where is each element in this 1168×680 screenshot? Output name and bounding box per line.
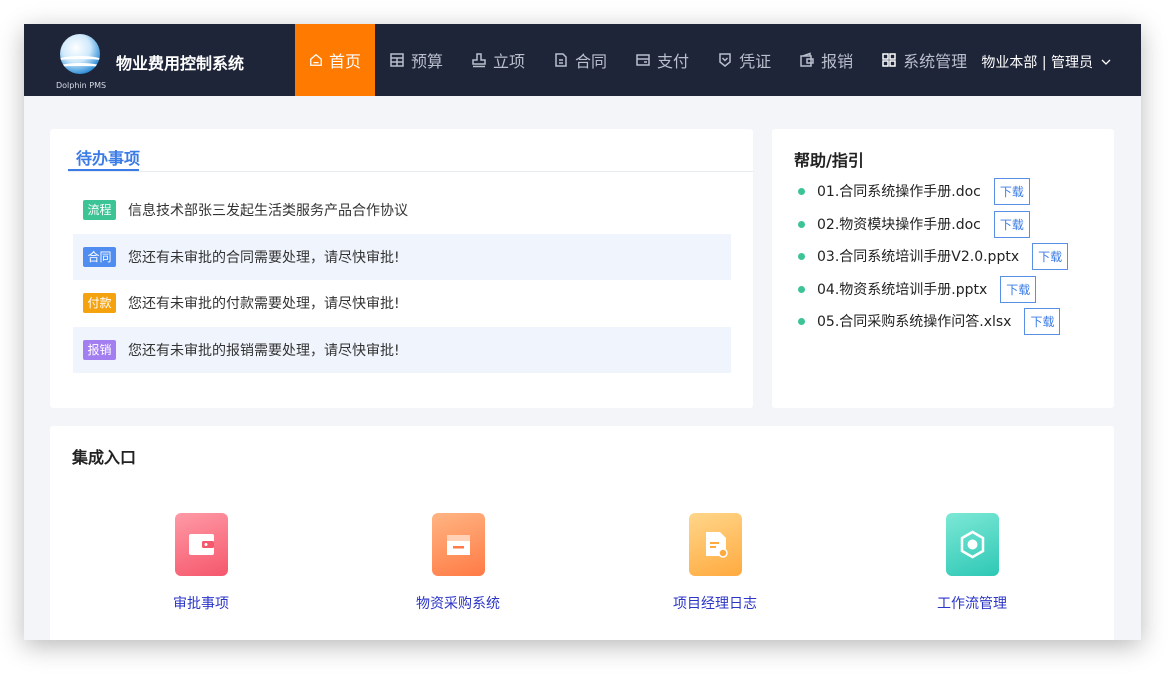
nav-system-admin-label: 系统管理	[903, 52, 968, 71]
bullet-dot	[798, 252, 805, 260]
nav-system-admin[interactable]: 系统管理	[867, 24, 981, 96]
todo-tag-badge: 报销	[83, 340, 116, 360]
todo-item-text: 您还有未审批的合同需要处理，请尽快审批!	[128, 250, 400, 266]
nav-reimburse[interactable]: 报销	[785, 24, 867, 96]
grid-icon	[882, 53, 896, 67]
nav-reimburse-label: 报销	[821, 52, 854, 71]
help-list-item: 04.物资系统培训手册.pptx 下载	[798, 275, 1037, 303]
help-list-item: 05.合同采购系统操作问答.xlsx 下载	[798, 307, 1061, 335]
entry-pm-log[interactable]: 项目经理日志	[650, 513, 780, 613]
portal-title: 集成入口	[72, 448, 137, 467]
nav-payment[interactable]: 支付	[621, 24, 703, 96]
nav-payment-label: 支付	[657, 52, 690, 71]
home-icon	[310, 53, 322, 66]
app-window: Dolphin PMS 物业费用控制系统 首页 预算 立项 合同 支付 凭证 报…	[24, 24, 1141, 640]
main-nav: 首页 预算 立项 合同 支付 凭证 报销 系统管理	[295, 24, 981, 96]
nav-budget[interactable]: 预算	[375, 24, 457, 96]
todo-tag-badge: 付款	[83, 293, 116, 313]
todo-tag-badge: 合同	[83, 247, 116, 267]
top-navigation-bar: Dolphin PMS 物业费用控制系统 首页 预算 立项 合同 支付 凭证 报…	[24, 24, 1141, 96]
workflow-icon	[960, 530, 984, 559]
help-file-name[interactable]: 04.物资系统培训手册.pptx	[817, 279, 987, 299]
entry-material-purchase[interactable]: 物资采购系统	[393, 513, 523, 613]
download-button[interactable]: 下载	[1032, 242, 1069, 270]
user-label: 物业本部 | 管理员	[981, 55, 1093, 71]
workflow-tile	[945, 513, 999, 576]
nav-voucher[interactable]: 凭证	[703, 24, 785, 96]
entry-approval-label: 审批事项	[173, 596, 229, 612]
help-file-name[interactable]: 02.物资模块操作手册.doc	[817, 214, 981, 234]
voucher-icon	[719, 53, 731, 67]
dolphin-logo[interactable]: Dolphin PMS	[56, 32, 106, 94]
entry-workflow-label: 工作流管理	[937, 596, 1007, 612]
nav-home-label: 首页	[328, 52, 361, 71]
download-button[interactable]: 下载	[993, 210, 1030, 238]
todo-item[interactable]: 付款 您还有未审批的付款需要处理，请尽快审批!	[73, 280, 731, 326]
todo-card: 待办事项 流程 信息技术部张三发起生活类服务产品合作协议 合同 您还有未审批的合…	[50, 129, 753, 408]
todo-item-text: 信息技术部张三发起生活类服务产品合作协议	[128, 203, 408, 219]
nav-project-label: 立项	[493, 52, 526, 71]
wallet-icon	[188, 534, 214, 555]
todo-item[interactable]: 合同 您还有未审批的合同需要处理，请尽快审批!	[73, 234, 731, 280]
entry-material-purchase-label: 物资采购系统	[416, 596, 500, 612]
download-button[interactable]: 下载	[1024, 307, 1061, 335]
chevron-down-icon	[1101, 59, 1111, 65]
integration-portal-card: 集成入口 审批事项 物资采购系统 项目经理日志 工作流管理	[50, 426, 1114, 640]
help-file-name[interactable]: 01.合同系统操作手册.doc	[817, 181, 981, 201]
stamp-icon	[472, 53, 486, 68]
calculator-icon	[390, 53, 404, 67]
file-icon	[705, 532, 728, 558]
document-icon	[555, 53, 567, 67]
nav-contract-label: 合同	[575, 52, 608, 71]
todo-tag-badge: 流程	[83, 200, 116, 220]
todo-item[interactable]: 流程 信息技术部张三发起生活类服务产品合作协议	[73, 187, 731, 233]
help-list-item: 01.合同系统操作手册.doc 下载	[798, 177, 1030, 205]
download-button[interactable]: 下载	[993, 177, 1030, 205]
entry-pm-log-label: 项目经理日志	[673, 596, 757, 612]
entry-workflow[interactable]: 工作流管理	[907, 513, 1037, 613]
help-list-item: 02.物资模块操作手册.doc 下载	[798, 210, 1030, 238]
todo-item[interactable]: 报销 您还有未审批的报销需要处理，请尽快审批!	[73, 327, 731, 373]
entry-approval[interactable]: 审批事项	[136, 513, 266, 613]
todo-header: 待办事项	[68, 129, 753, 172]
help-title: 帮助/指引	[794, 151, 864, 170]
payment-icon	[636, 54, 650, 66]
system-title: 物业费用控制系统	[116, 54, 245, 73]
help-card: 帮助/指引 01.合同系统操作手册.doc 下载 02.物资模块操作手册.doc…	[772, 129, 1114, 408]
dolphin-logo-icon	[60, 34, 100, 74]
nav-contract[interactable]: 合同	[539, 24, 621, 96]
approval-tile	[174, 513, 228, 576]
help-list-item: 03.合同系统培训手册V2.0.pptx 下载	[798, 242, 1069, 270]
bullet-dot	[798, 187, 805, 195]
bullet-dot	[798, 285, 805, 293]
purchase-tile	[431, 513, 485, 576]
todo-tab-indicator	[68, 169, 139, 171]
todo-title[interactable]: 待办事项	[76, 145, 140, 169]
box-icon	[446, 535, 470, 555]
nav-project[interactable]: 立项	[457, 24, 539, 96]
wallet-icon	[800, 52, 814, 67]
bullet-dot	[798, 317, 805, 325]
help-file-name[interactable]: 03.合同系统培训手册V2.0.pptx	[817, 246, 1019, 266]
help-file-name[interactable]: 05.合同采购系统操作问答.xlsx	[817, 311, 1011, 331]
user-menu[interactable]: 物业本部 | 管理员	[981, 52, 1111, 72]
nav-voucher-label: 凭证	[739, 52, 772, 71]
download-button[interactable]: 下载	[1000, 275, 1037, 303]
nav-budget-label: 预算	[411, 52, 444, 71]
todo-item-text: 您还有未审批的付款需要处理，请尽快审批!	[128, 296, 400, 312]
pm-log-tile	[688, 513, 742, 576]
todo-item-text: 您还有未审批的报销需要处理，请尽快审批!	[128, 343, 400, 359]
bullet-dot	[798, 220, 805, 228]
nav-home[interactable]: 首页	[295, 24, 375, 96]
logo-caption: Dolphin PMS	[56, 81, 107, 90]
